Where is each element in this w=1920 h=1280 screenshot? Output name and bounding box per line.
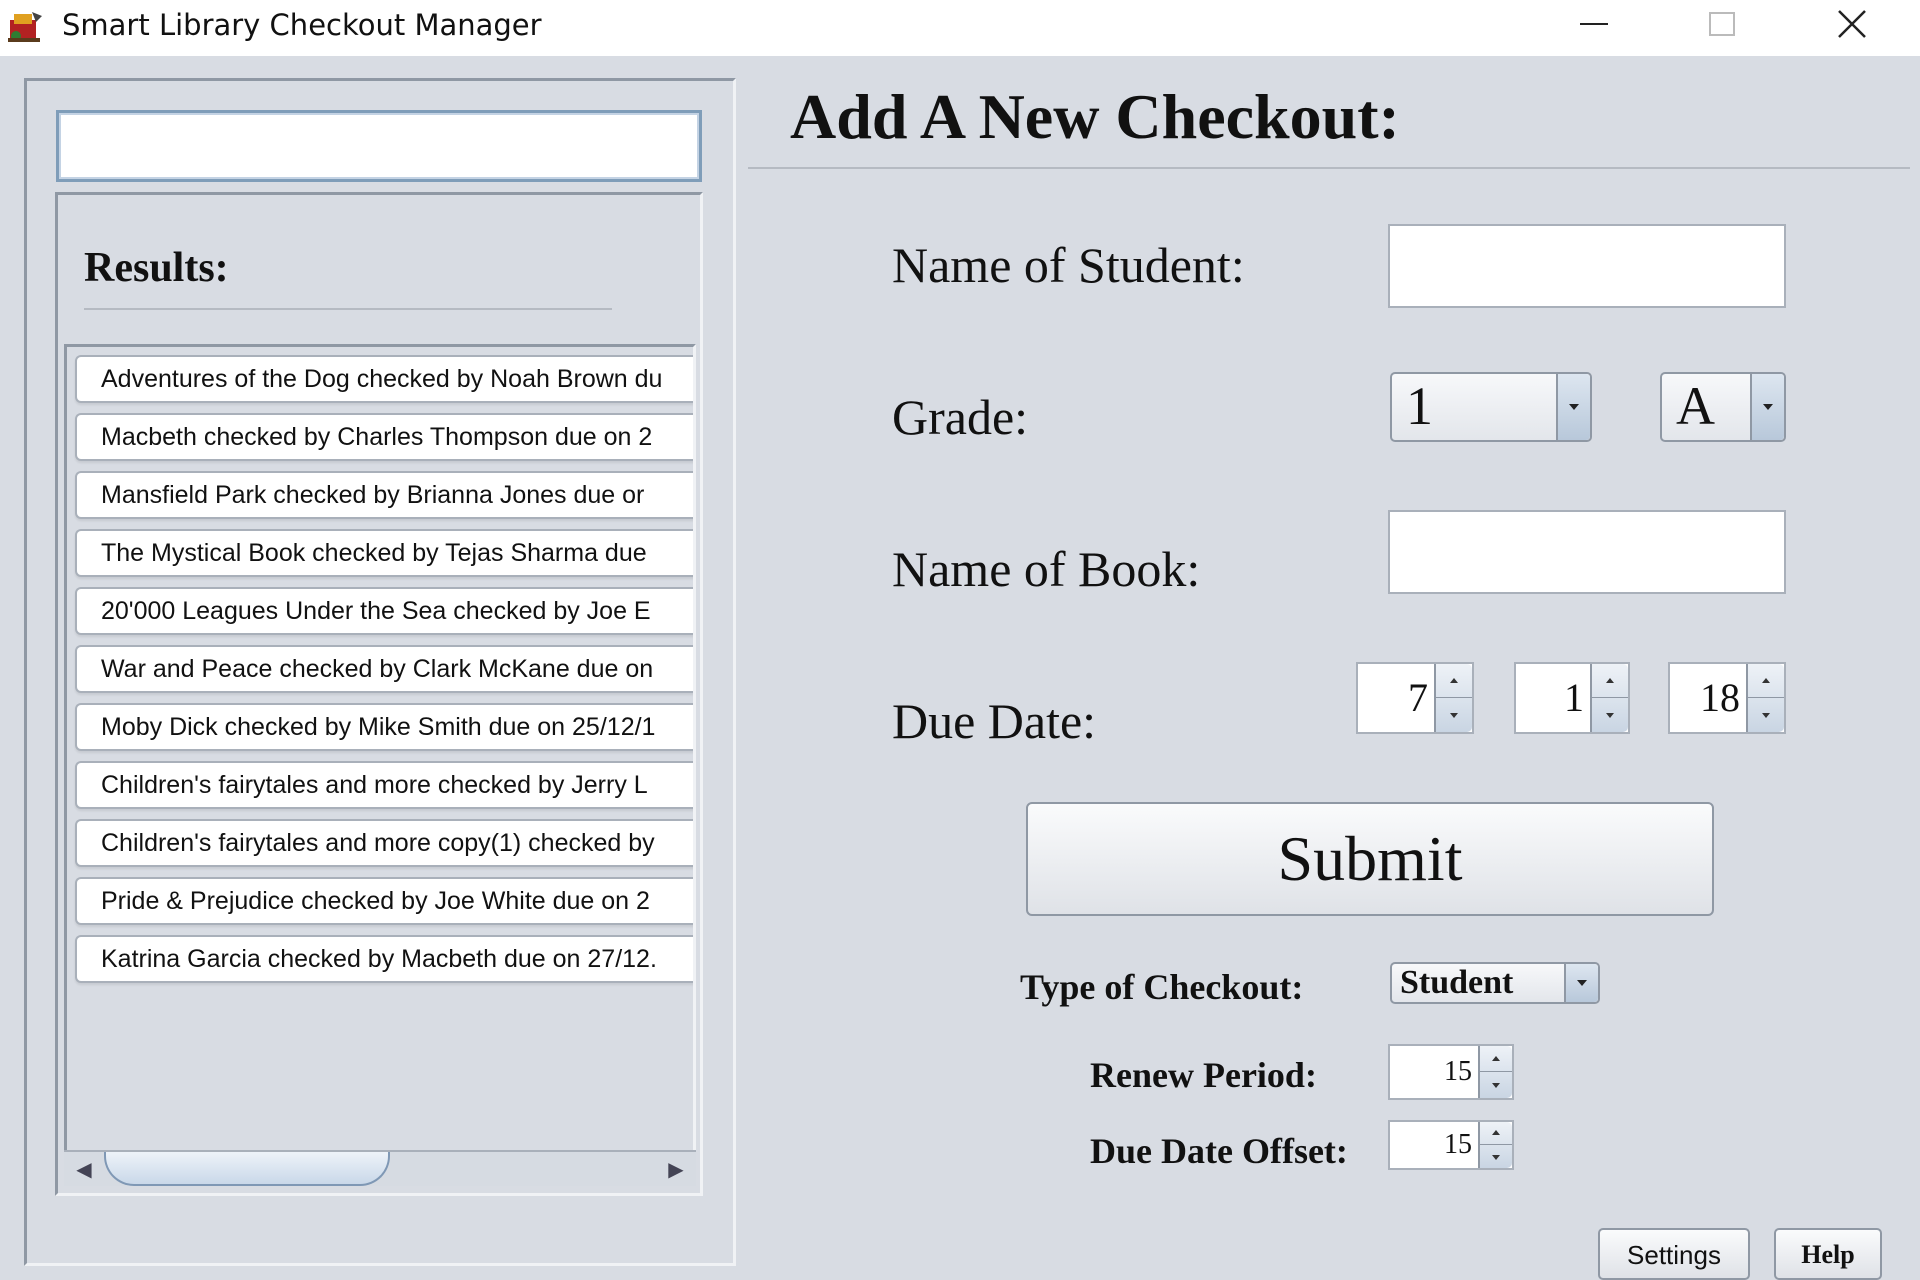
- list-item[interactable]: Moby Dick checked by Mike Smith due on 2…: [75, 703, 693, 751]
- close-icon: [1838, 10, 1866, 38]
- checkout-type-select[interactable]: Student: [1390, 962, 1600, 1004]
- spinner-up-icon[interactable]: [1480, 1046, 1512, 1072]
- due-year-value: 18: [1700, 675, 1740, 720]
- section-select-value: A: [1676, 376, 1715, 436]
- spinner-up-icon[interactable]: [1592, 664, 1628, 698]
- settings-button[interactable]: Settings: [1598, 1228, 1750, 1280]
- window-title: Smart Library Checkout Manager: [62, 8, 542, 42]
- student-name-field[interactable]: [1388, 224, 1786, 308]
- due-day-value: 7: [1408, 675, 1428, 720]
- results-title: Results:: [84, 245, 229, 291]
- app-logo-icon: [8, 12, 42, 42]
- list-item[interactable]: Adventures of the Dog checked by Noah Br…: [75, 355, 693, 403]
- due-year-spinner[interactable]: 18: [1668, 662, 1786, 734]
- spinner-down-icon[interactable]: [1436, 698, 1472, 732]
- spinner-down-icon[interactable]: [1592, 698, 1628, 732]
- chevron-down-icon[interactable]: [1556, 374, 1590, 440]
- checkout-type-label: Type of Checkout:: [1020, 967, 1304, 1007]
- title-bar: Smart Library Checkout Manager: [0, 0, 1920, 56]
- scrollbar-thumb[interactable]: [104, 1152, 390, 1186]
- list-item[interactable]: Macbeth checked by Charles Thompson due …: [75, 413, 693, 461]
- close-button[interactable]: [1792, 0, 1912, 48]
- student-name-label: Name of Student:: [892, 237, 1245, 293]
- renew-period-spinner[interactable]: 15: [1388, 1044, 1514, 1100]
- grade-label: Grade:: [892, 389, 1029, 445]
- list-item[interactable]: Children's fairytales and more copy(1) c…: [75, 819, 693, 867]
- section-select[interactable]: A: [1660, 372, 1786, 442]
- list-item[interactable]: Pride & Prejudice checked by Joe White d…: [75, 877, 693, 925]
- maximize-icon: [1709, 12, 1735, 36]
- due-date-label: Due Date:: [892, 693, 1097, 749]
- form-divider: [748, 167, 1910, 169]
- spinner-up-icon[interactable]: [1436, 664, 1472, 698]
- due-date-offset-value: 15: [1444, 1129, 1472, 1160]
- spinner-down-icon[interactable]: [1748, 698, 1784, 732]
- due-month-value: 1: [1564, 675, 1584, 720]
- book-name-label: Name of Book:: [892, 541, 1201, 597]
- renew-period-value: 15: [1444, 1056, 1472, 1087]
- scroll-right-arrow-icon[interactable]: ▶: [660, 1154, 692, 1184]
- results-divider: [84, 308, 612, 310]
- due-date-offset-label: Due Date Offset:: [1090, 1131, 1348, 1171]
- spinner-down-icon[interactable]: [1480, 1072, 1512, 1098]
- chevron-down-icon[interactable]: [1750, 374, 1784, 440]
- minimize-icon: [1580, 23, 1608, 25]
- maximize-button[interactable]: [1662, 0, 1782, 48]
- list-item[interactable]: Children's fairytales and more checked b…: [75, 761, 693, 809]
- due-day-spinner[interactable]: 7: [1356, 662, 1474, 734]
- minimize-button[interactable]: [1534, 0, 1654, 48]
- form-title: Add A New Checkout:: [790, 81, 1400, 152]
- due-month-spinner[interactable]: 1: [1514, 662, 1630, 734]
- list-item[interactable]: 20'000 Leagues Under the Sea checked by …: [75, 587, 693, 635]
- checkout-type-value: Student: [1400, 964, 1514, 1001]
- list-item[interactable]: Katrina Garcia checked by Macbeth due on…: [75, 935, 693, 983]
- list-item[interactable]: Mansfield Park checked by Brianna Jones …: [75, 471, 693, 519]
- list-item[interactable]: War and Peace checked by Clark McKane du…: [75, 645, 693, 693]
- horizontal-scrollbar[interactable]: ◀ ▶: [64, 1150, 696, 1186]
- scroll-left-arrow-icon[interactable]: ◀: [68, 1154, 100, 1184]
- grade-select[interactable]: 1: [1390, 372, 1592, 442]
- help-button[interactable]: Help: [1774, 1228, 1882, 1280]
- submit-button[interactable]: Submit: [1026, 802, 1714, 916]
- search-input[interactable]: [56, 110, 702, 182]
- chevron-down-icon[interactable]: [1564, 964, 1598, 1002]
- spinner-down-icon[interactable]: [1480, 1145, 1512, 1168]
- list-item[interactable]: The Mystical Book checked by Tejas Sharm…: [75, 529, 693, 577]
- results-list[interactable]: Adventures of the Dog checked by Noah Br…: [64, 344, 696, 1186]
- spinner-up-icon[interactable]: [1480, 1122, 1512, 1145]
- due-date-offset-spinner[interactable]: 15: [1388, 1120, 1514, 1170]
- book-name-field[interactable]: [1388, 510, 1786, 594]
- grade-select-value: 1: [1406, 376, 1433, 436]
- renew-period-label: Renew Period:: [1090, 1055, 1317, 1095]
- spinner-up-icon[interactable]: [1748, 664, 1784, 698]
